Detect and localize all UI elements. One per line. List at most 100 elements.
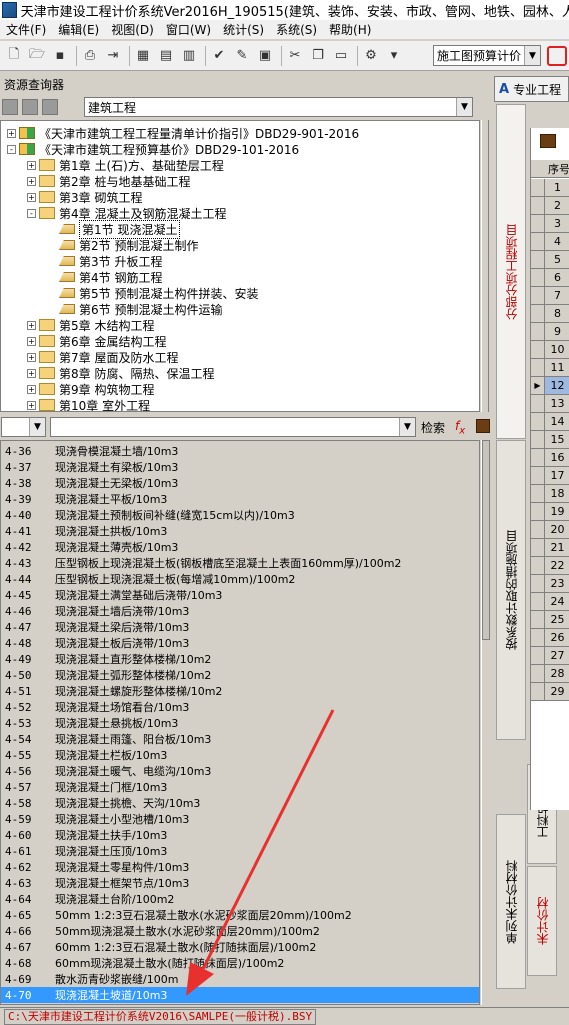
list-item[interactable]: 4-37 现浇混凝土有梁板/10m3: [1, 459, 479, 475]
list-item[interactable]: 4-58 现浇混凝土挑檐、天沟/10m3: [1, 795, 479, 811]
tree-node[interactable]: + 第2章 桩与地基基础工程: [27, 173, 190, 189]
table-row[interactable]: 29: [531, 683, 569, 701]
menu-file[interactable]: 文件(F): [0, 21, 52, 38]
list-item[interactable]: 4-57 现浇混凝土门框/10m3: [1, 779, 479, 795]
table-row[interactable]: 9: [531, 323, 569, 341]
category-select[interactable]: 建筑工程 ▼: [84, 97, 473, 117]
table-row[interactable]: 5: [531, 251, 569, 269]
tree-node[interactable]: + 《天津市建筑工程工程量清单计价指引》DBD29-901-2016: [7, 125, 359, 141]
export-icon[interactable]: ⇥: [103, 46, 123, 66]
project-grid[interactable]: 序号 1 2 3 4 5 6 7 8 9 10 11 ▶ 12 13 14 15 16 17 18 19 20 21 22 2…: [530, 128, 569, 810]
table-row[interactable]: 25: [531, 611, 569, 629]
tree-node[interactable]: + 第10章 室外工程: [27, 397, 150, 411]
paste-icon[interactable]: ▭: [331, 46, 351, 66]
list-item[interactable]: 4-61 现浇混凝土压顶/10m3: [1, 843, 479, 859]
copy-icon[interactable]: ❐: [308, 46, 328, 66]
table-row[interactable]: 7: [531, 287, 569, 305]
tag-icon[interactable]: ▣: [255, 46, 275, 66]
list-item[interactable]: 4-47 现浇混凝土梁后浇带/10m3: [1, 619, 479, 635]
expand-plus-icon[interactable]: +: [27, 400, 36, 410]
chevron-down-icon[interactable]: ▼: [29, 418, 45, 436]
list-item[interactable]: 4-45 现浇混凝土满堂基础后浇带/10m3: [1, 587, 479, 603]
close-document-icon[interactable]: [547, 46, 567, 66]
chevron-down-icon[interactable]: ▼: [399, 418, 415, 436]
menu-edit[interactable]: 编辑(E): [52, 21, 105, 38]
search-field-select[interactable]: ▼: [1, 417, 46, 437]
chevron-down-icon[interactable]: ▼: [524, 46, 540, 65]
scrollbar-thumb[interactable]: [482, 440, 490, 640]
list-item[interactable]: 4-59 现浇混凝土小型池槽/10m3: [1, 811, 479, 827]
table-row[interactable]: 13: [531, 395, 569, 413]
table-row[interactable]: 20: [531, 521, 569, 539]
tab-professional-project[interactable]: A 专业工程: [494, 76, 569, 102]
table-row[interactable]: 14: [531, 413, 569, 431]
expand-plus-icon[interactable]: +: [27, 336, 36, 346]
tools-icon[interactable]: ⚙: [361, 46, 381, 66]
tab-coefficient-measures[interactable]: 按系数计取的措施项目: [496, 440, 526, 740]
expand-icon[interactable]: [42, 99, 58, 115]
list-item[interactable]: 4-42 现浇混凝土薄壳板/10m3: [1, 539, 479, 555]
table-row[interactable]: 10: [531, 341, 569, 359]
table-row[interactable]: 15: [531, 431, 569, 449]
collapse-minus-icon[interactable]: -: [7, 144, 16, 154]
folder-action-icon[interactable]: [2, 99, 18, 115]
table-row[interactable]: 6: [531, 269, 569, 287]
table-row[interactable]: 1: [531, 179, 569, 197]
table-row[interactable]: 11: [531, 359, 569, 377]
list-item[interactable]: 4-55 现浇混凝土栏板/10m3: [1, 747, 479, 763]
list-item[interactable]: 4-68 60mm现浇混凝土散水(随打随抹面层)/100m2: [1, 955, 479, 971]
search-button[interactable]: 检索: [421, 419, 445, 436]
list-item[interactable]: 4-41 现浇混凝土拱板/10m3: [1, 523, 479, 539]
list-item[interactable]: 4-66 50mm现浇混凝土散水(水泥砂浆面层20mm)/100m2: [1, 923, 479, 939]
tree-node[interactable]: 第2节 预制混凝土制作: [47, 237, 198, 253]
list-item[interactable]: 4-36 现浇骨模混凝土墙/10m3: [1, 443, 479, 459]
report-icon[interactable]: ▤: [156, 46, 176, 66]
list-item[interactable]: 4-49 现浇混凝土直形整体楼梯/10m2: [1, 651, 479, 667]
tab-unpriced-materials[interactable]: 单列未计价材料: [496, 814, 526, 989]
list-item[interactable]: 4-64 现浇混凝土台阶/100m2: [1, 891, 479, 907]
collapse-minus-icon[interactable]: -: [27, 208, 36, 218]
list-item[interactable]: 4-67 60mm 1:2:3豆石混凝土散水(随打随抹面层)/100m2: [1, 939, 479, 955]
mode-select[interactable]: 施工图预算计价 ▼: [433, 45, 541, 66]
list-item[interactable]: 4-51 现浇混凝土螺旋形整体楼梯/10m2: [1, 683, 479, 699]
list-item[interactable]: 4-44 压型钢板上现浇混凝土板(每增减10mm)/100m2: [1, 571, 479, 587]
open-icon[interactable]: 🗁: [27, 46, 47, 66]
table-row[interactable]: 28: [531, 665, 569, 683]
list-item[interactable]: 4-69 散水沥青砂浆嵌缝/100m: [1, 971, 479, 987]
table-row[interactable]: 8: [531, 305, 569, 323]
list-item[interactable]: 4-62 现浇混凝土零星构件/10m3: [1, 859, 479, 875]
tree-node[interactable]: 第6节 预制混凝土构件运输: [47, 301, 222, 317]
list-item[interactable]: 4-60 现浇混凝土扶手/10m3: [1, 827, 479, 843]
dropdown-icon[interactable]: ▾: [384, 46, 404, 66]
tab-sub-items[interactable]: 分部分项工程项目: [496, 104, 526, 439]
table-row[interactable]: 17: [531, 467, 569, 485]
formula-icon[interactable]: fx: [455, 419, 465, 436]
folder-open-icon[interactable]: [22, 99, 38, 115]
list-item[interactable]: 4-70 现浇混凝土坡道/10m3: [1, 987, 479, 1003]
table-row[interactable]: 2: [531, 197, 569, 215]
tab-unpriced-material[interactable]: 未计价材: [527, 866, 557, 976]
menu-system[interactable]: 系统(S): [270, 21, 323, 38]
resource-tree[interactable]: + 《天津市建筑工程工程量清单计价指引》DBD29-901-2016 - 《天津市建筑…: [0, 120, 480, 412]
list-item[interactable]: 4-38 现浇混凝土无梁板/10m3: [1, 475, 479, 491]
table-row[interactable]: 21: [531, 539, 569, 557]
expand-plus-icon[interactable]: +: [27, 368, 36, 378]
list-item[interactable]: 4-43 压型钢板上现浇混凝土板(钢板槽底至混凝土上表面160mm厚)/100m2: [1, 555, 479, 571]
table-row[interactable]: 27: [531, 647, 569, 665]
tree-node[interactable]: + 第7章 屋面及防水工程: [27, 349, 178, 365]
norm-item-list[interactable]: 4-36 现浇骨模混凝土墙/10m3 4-37 现浇混凝土有梁板/10m3 4-38 现浇…: [0, 440, 480, 1005]
tree-node[interactable]: 第1节 现浇混凝土: [47, 219, 181, 239]
menu-help[interactable]: 帮助(H): [323, 21, 377, 38]
check-icon[interactable]: ✔: [209, 46, 229, 66]
menu-window[interactable]: 窗口(W): [160, 21, 217, 38]
tree-node[interactable]: 第4节 钢筋工程: [47, 269, 162, 285]
table-row[interactable]: 24: [531, 593, 569, 611]
list-scrollbar[interactable]: [481, 440, 490, 1005]
menu-view[interactable]: 视图(D): [105, 21, 160, 38]
table-row[interactable]: 26: [531, 629, 569, 647]
list-item[interactable]: 4-46 现浇混凝土墙后浇带/10m3: [1, 603, 479, 619]
list-item[interactable]: 4-50 现浇混凝土弧形整体楼梯/10m2: [1, 667, 479, 683]
table-row[interactable]: ▶ 12: [531, 377, 569, 395]
menu-statistics[interactable]: 统计(S): [217, 21, 270, 38]
save-icon[interactable]: ▪: [50, 46, 70, 66]
